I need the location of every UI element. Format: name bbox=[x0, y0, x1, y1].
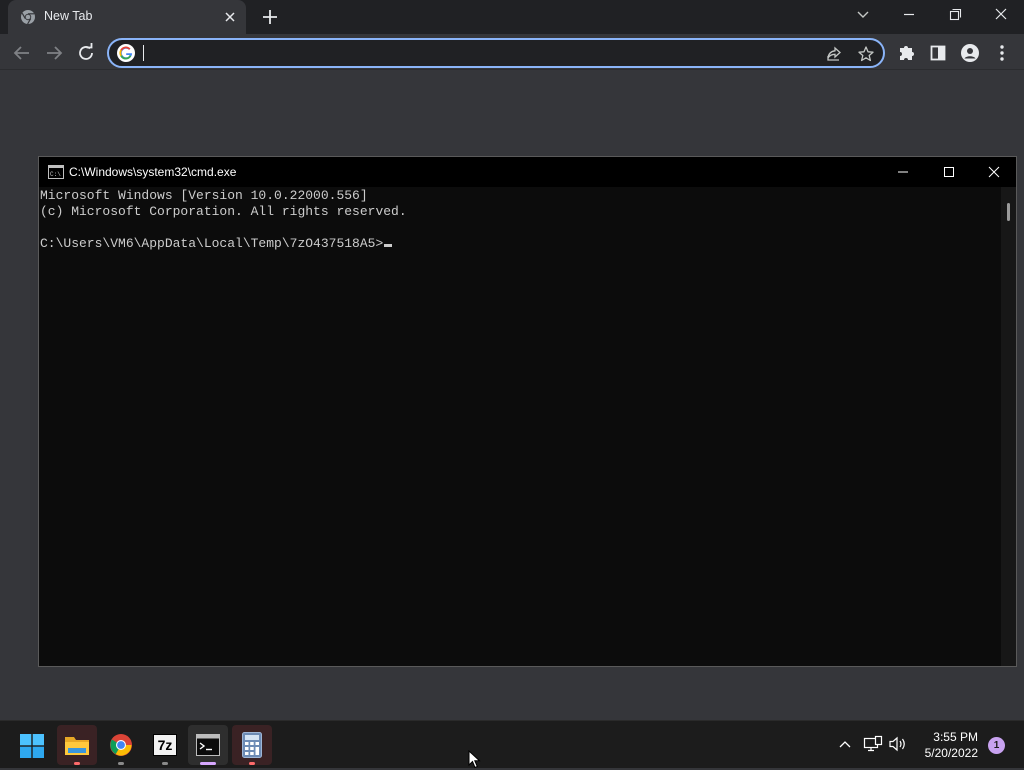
running-indicator bbox=[249, 762, 255, 765]
mouse-cursor-icon bbox=[468, 750, 482, 770]
tab-close-icon[interactable] bbox=[222, 9, 238, 25]
cmd-close-icon[interactable] bbox=[971, 157, 1017, 187]
google-g-icon bbox=[117, 44, 135, 62]
new-tab-plus-icon[interactable] bbox=[259, 6, 281, 28]
network-icon[interactable] bbox=[863, 735, 883, 753]
address-input[interactable] bbox=[141, 42, 821, 64]
cmd-minimize-icon[interactable] bbox=[880, 157, 926, 187]
cmd-window[interactable]: C:\ C:\Windows\system32\cmd.exe Microsof… bbox=[38, 156, 1017, 667]
cmd-title: C:\Windows\system32\cmd.exe bbox=[69, 165, 237, 179]
browser-tabstrip: New Tab bbox=[0, 0, 1024, 34]
svg-text:C:\: C:\ bbox=[50, 171, 61, 178]
running-indicator bbox=[162, 762, 168, 765]
browser-restore-icon[interactable] bbox=[932, 0, 978, 30]
forward-arrow-icon[interactable] bbox=[41, 40, 67, 66]
taskbar-7zip[interactable]: 7z bbox=[145, 725, 185, 765]
console-line: (c) Microsoft Corporation. All rights re… bbox=[40, 204, 407, 219]
tab-search-chevron-down-icon[interactable] bbox=[848, 3, 878, 27]
share-icon[interactable] bbox=[825, 45, 843, 63]
back-arrow-icon[interactable] bbox=[9, 40, 35, 66]
taskbar-chrome[interactable] bbox=[101, 725, 141, 765]
active-indicator bbox=[200, 762, 216, 765]
text-caret bbox=[143, 45, 144, 61]
7zip-icon: 7z bbox=[153, 734, 177, 756]
browser-close-icon[interactable] bbox=[978, 0, 1024, 30]
volume-icon[interactable] bbox=[888, 735, 908, 753]
show-hidden-icons-chevron-up-icon[interactable] bbox=[836, 735, 854, 753]
running-indicator bbox=[118, 762, 124, 765]
browser-tab-new-tab[interactable]: New Tab bbox=[8, 0, 246, 34]
taskbar-cmd[interactable] bbox=[188, 725, 228, 765]
notification-badge[interactable]: 1 bbox=[988, 737, 1005, 754]
cmd-icon bbox=[196, 734, 220, 756]
clock-date[interactable]: 5/20/2022 bbox=[916, 746, 978, 760]
profile-avatar-icon[interactable] bbox=[957, 40, 983, 66]
browser-minimize-icon[interactable] bbox=[886, 0, 932, 30]
browser-toolbar bbox=[0, 34, 1024, 70]
running-indicator bbox=[74, 762, 80, 765]
clock-time[interactable]: 3:55 PM bbox=[922, 730, 978, 744]
taskbar-file-explorer[interactable] bbox=[57, 725, 97, 765]
tab-title: New Tab bbox=[44, 9, 93, 23]
cmd-titlebar[interactable]: C:\ C:\Windows\system32\cmd.exe bbox=[39, 157, 1016, 187]
address-bar[interactable] bbox=[107, 38, 885, 68]
bookmark-star-icon[interactable] bbox=[857, 45, 875, 63]
start-button[interactable] bbox=[12, 725, 52, 765]
file-explorer-icon bbox=[64, 733, 90, 757]
chrome-icon bbox=[109, 733, 133, 757]
chrome-favicon-icon bbox=[20, 9, 36, 25]
reload-icon[interactable] bbox=[73, 40, 99, 66]
side-panel-icon[interactable] bbox=[925, 40, 951, 66]
extensions-puzzle-icon[interactable] bbox=[893, 40, 919, 66]
more-vertical-dots-icon[interactable] bbox=[989, 40, 1015, 66]
console-prompt: C:\Users\VM6\AppData\Local\Temp\7zO43751… bbox=[40, 236, 384, 251]
cmd-icon: C:\ bbox=[48, 165, 64, 179]
windows-start-icon bbox=[20, 734, 44, 758]
console-prompt-line[interactable]: C:\Users\VM6\AppData\Local\Temp\7zO43751… bbox=[40, 236, 393, 252]
cmd-scrollbar-thumb[interactable] bbox=[1007, 203, 1010, 221]
console-cursor bbox=[384, 244, 393, 247]
cmd-scrollbar[interactable] bbox=[1001, 187, 1016, 666]
cmd-console-output[interactable]: Microsoft Windows [Version 10.0.22000.55… bbox=[39, 187, 1001, 666]
calculator-icon bbox=[242, 732, 262, 758]
console-line: Microsoft Windows [Version 10.0.22000.55… bbox=[40, 188, 368, 203]
windows-taskbar: 7z 3:55 PM 5/20/2022 1 bbox=[0, 720, 1024, 768]
taskbar-calculator[interactable] bbox=[232, 725, 272, 765]
cmd-maximize-icon[interactable] bbox=[926, 157, 972, 187]
